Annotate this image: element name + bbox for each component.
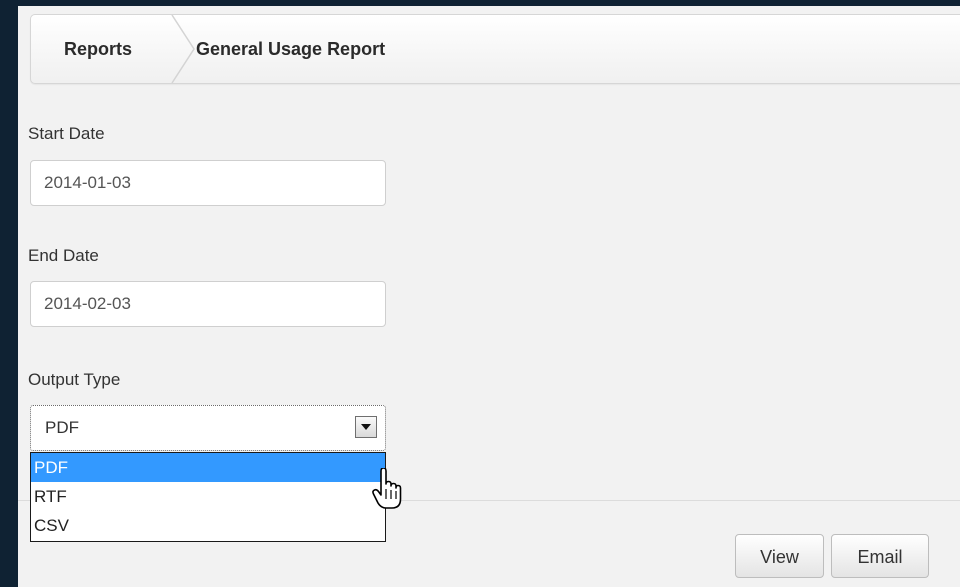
breadcrumb-item-reports[interactable]: Reports bbox=[64, 15, 132, 83]
breadcrumb-item-current: General Usage Report bbox=[196, 39, 386, 59]
email-button[interactable]: Email bbox=[831, 534, 929, 578]
output-type-label: Output Type bbox=[28, 370, 121, 389]
output-type-dropdown-list[interactable]: PDF RTF CSV bbox=[30, 452, 386, 542]
output-type-select[interactable]: PDF bbox=[30, 405, 386, 451]
end-date-input[interactable]: 2014-02-03 bbox=[30, 281, 386, 327]
end-date-label: End Date bbox=[28, 246, 99, 265]
dropdown-option-rtf[interactable]: RTF bbox=[31, 482, 385, 511]
view-button[interactable]: View bbox=[735, 534, 824, 578]
page: Reports General Usage Report Start Date … bbox=[18, 0, 960, 587]
start-date-label: Start Date bbox=[28, 124, 105, 143]
breadcrumb-separator-icon bbox=[171, 15, 195, 83]
dropdown-option-csv[interactable]: CSV bbox=[31, 511, 385, 540]
dropdown-option-pdf[interactable]: PDF bbox=[31, 453, 385, 482]
start-date-input[interactable]: 2014-01-03 bbox=[30, 160, 386, 206]
output-type-selected-value: PDF bbox=[45, 418, 79, 437]
breadcrumb: Reports General Usage Report bbox=[30, 14, 960, 84]
hand-pointer-icon bbox=[372, 468, 402, 509]
window-frame-top bbox=[18, 0, 960, 6]
triangle-down-icon[interactable] bbox=[355, 416, 377, 438]
